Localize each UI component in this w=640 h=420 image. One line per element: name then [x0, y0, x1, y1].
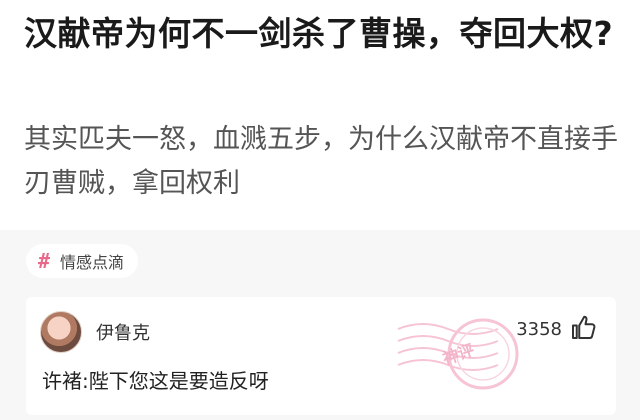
question-title[interactable]: 汉献帝为何不一剑杀了曹操，夺回大权?: [24, 8, 624, 60]
hash-icon: #: [38, 249, 51, 273]
question-header: 汉献帝为何不一剑杀了曹操，夺回大权? 其实匹夫一怒，血溅五步，为什么汉献帝不直接…: [0, 0, 640, 230]
comment-card: 神评 伊鲁克 3358 许褚:陛下您这是要造反呀: [26, 297, 616, 415]
avatar[interactable]: [40, 311, 82, 353]
topic-tag-label: 情感点滴: [60, 253, 125, 272]
thumbs-up-icon[interactable]: [568, 313, 598, 343]
topic-tag[interactable]: # 情感点滴: [26, 244, 139, 278]
like-count: 3358: [516, 319, 562, 340]
comment-username[interactable]: 伊鲁克: [96, 319, 150, 345]
question-detail: 其实匹夫一怒，血溅五步，为什么汉献帝不直接手刃曹贼，拿回权利: [24, 124, 618, 199]
comment-text: 许褚:陛下您这是要造反呀: [42, 369, 269, 393]
